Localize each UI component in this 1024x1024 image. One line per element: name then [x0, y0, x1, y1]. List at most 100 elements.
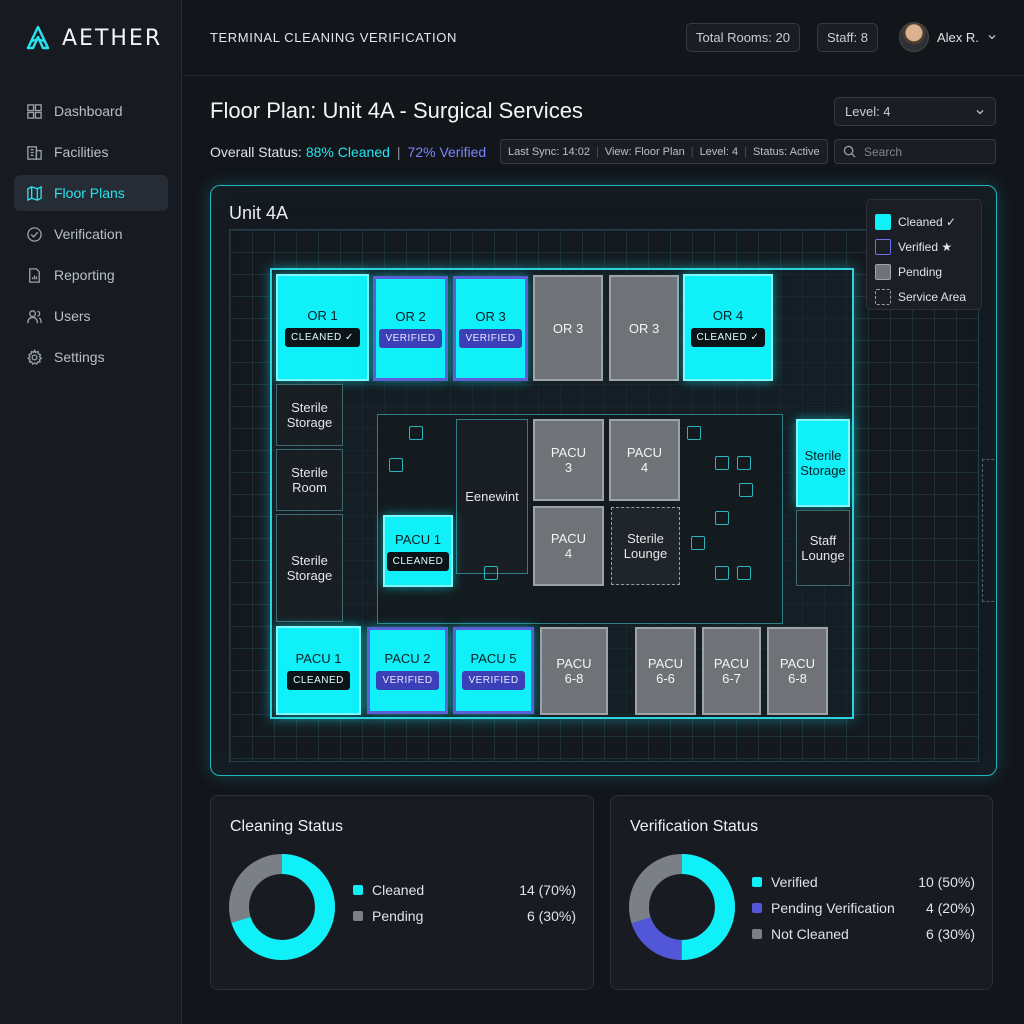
- legend-swatch: [875, 263, 891, 280]
- level-select[interactable]: Level: 4: [834, 97, 996, 126]
- room-label: Sterile Storage: [800, 448, 846, 478]
- room-pacu-4-b[interactable]: PACU 4: [533, 506, 604, 586]
- status-badge: VERIFIED: [459, 329, 522, 348]
- sidebar-item-floor-plans[interactable]: Floor Plans: [14, 175, 168, 211]
- room-label: PACU 6-8: [556, 656, 592, 686]
- room-or-4[interactable]: OR 4 CLEANED ✓: [683, 274, 773, 381]
- room-sterile-room[interactable]: Sterile Room: [276, 449, 343, 511]
- plan-legend: Cleaned ✓ Verified ★ Pending Service Are…: [866, 199, 982, 310]
- service-corridor: [982, 459, 996, 602]
- legend-label: Pending: [372, 908, 424, 924]
- legend-swatch: [875, 238, 891, 255]
- sink-icon: [737, 566, 751, 580]
- room-or-2[interactable]: OR 2 VERIFIED: [373, 276, 448, 381]
- legend-cleaned: Cleaned ✓: [875, 209, 973, 234]
- room-label: PACU 6-6: [647, 656, 684, 686]
- last-sync: Last Sync: 14:02: [508, 145, 590, 158]
- legend-swatch: [353, 885, 363, 895]
- legend-label: Cleaned ✓: [898, 214, 957, 229]
- legend-cleaned: Cleaned: [353, 882, 424, 898]
- dashboard-icon: [27, 103, 42, 119]
- status-badge: VERIFIED: [462, 671, 525, 690]
- legend-value: 6 (30%): [526, 908, 576, 924]
- status-label: Overall Status:: [210, 144, 302, 160]
- room-pacu-1[interactable]: PACU 1 CLEANED: [276, 626, 361, 715]
- brand[interactable]: AETHER: [24, 24, 162, 52]
- room-or-3-verified[interactable]: OR 3 VERIFIED: [453, 276, 528, 381]
- sink-icon: [737, 456, 751, 470]
- sidebar-item-label: Verification: [54, 226, 123, 242]
- chevron-down-icon: [976, 109, 984, 114]
- legend-swatch: [752, 929, 762, 939]
- sidebar-item-facilities[interactable]: Facilities: [14, 134, 168, 170]
- sidebar-nav: Dashboard Facilities Floor Plans Verific…: [14, 93, 168, 380]
- legend-label: Verified: [771, 874, 818, 890]
- room-pacu-6-6[interactable]: PACU 6-6: [635, 627, 696, 715]
- aether-logo-icon: [26, 25, 50, 50]
- view-mode: View: Floor Plan: [604, 145, 685, 158]
- room-pacu-6-7[interactable]: PACU 6-7: [702, 627, 761, 715]
- room-sterile-storage-right[interactable]: Sterile Storage: [796, 419, 850, 507]
- sidebar-item-dashboard[interactable]: Dashboard: [14, 93, 168, 129]
- room-sterile-storage-1[interactable]: Sterile Storage: [276, 384, 343, 446]
- room-staff-lounge[interactable]: Staff Lounge: [796, 510, 850, 586]
- report-icon: [29, 267, 40, 283]
- room-label: PACU 5: [470, 651, 517, 666]
- room-or-3-pending-b[interactable]: OR 3: [609, 275, 679, 381]
- search-input[interactable]: [864, 144, 984, 159]
- users-icon: [27, 309, 42, 323]
- room-pacu-4[interactable]: PACU 4: [609, 419, 680, 501]
- sidebar-item-label: Floor Plans: [54, 185, 125, 201]
- total-rooms-badge: Total Rooms: 20: [686, 23, 800, 52]
- room-label: PACU 3: [550, 445, 587, 475]
- status-badge: VERIFIED: [379, 329, 442, 348]
- room-label: OR 3: [475, 309, 506, 324]
- room-pacu-5[interactable]: PACU 5 VERIFIED: [453, 627, 534, 714]
- shower-icon: [691, 536, 705, 550]
- room-label: Eenewint: [465, 489, 519, 504]
- user-menu[interactable]: Alex R.: [899, 22, 997, 52]
- status-badge: CLEANED ✓: [285, 328, 360, 347]
- user-name: Alex R.: [937, 29, 979, 45]
- room-pacu-1-core[interactable]: PACU 1 CLEANED: [383, 515, 453, 587]
- room-eenewint[interactable]: Eenewint: [456, 419, 528, 574]
- legend-value: 14 (70%): [519, 882, 576, 898]
- sidebar-item-settings[interactable]: Settings: [14, 339, 168, 375]
- toilet-icon: [409, 426, 423, 440]
- app-title: TERMINAL CLEANING VERIFICATION: [210, 30, 457, 45]
- room-label: Sterile Room: [291, 465, 328, 495]
- legend-label: Verified ★: [898, 239, 953, 254]
- status-badge: VERIFIED: [376, 671, 439, 690]
- search-box[interactable]: [834, 139, 996, 164]
- room-sterile-lounge[interactable]: Sterile Lounge: [611, 507, 680, 585]
- card-title: Verification Status: [630, 818, 759, 835]
- sidebar-item-label: Reporting: [54, 267, 115, 283]
- legend-pending: Pending: [875, 259, 973, 284]
- room-pacu-6-8-b[interactable]: PACU 6-8: [767, 627, 828, 715]
- building-icon: [27, 145, 42, 160]
- legend-value: 4 (20%): [925, 900, 975, 916]
- status-divider: |: [396, 144, 401, 160]
- room-pacu-3[interactable]: PACU 3: [533, 419, 604, 501]
- chevron-down-icon: [988, 35, 996, 40]
- room-label: Staff Lounge: [801, 533, 845, 563]
- sidebar-item-users[interactable]: Users: [14, 298, 168, 334]
- sink-icon: [389, 458, 403, 472]
- room-pacu-2[interactable]: PACU 2 VERIFIED: [367, 627, 448, 714]
- legend-swatch: [875, 288, 891, 305]
- plan-title: Unit 4A: [229, 203, 289, 223]
- room-or-1[interactable]: OR 1 CLEANED ✓: [276, 274, 369, 381]
- room-or-3-pending[interactable]: OR 3: [533, 275, 603, 381]
- sidebar-item-reporting[interactable]: Reporting: [14, 257, 168, 293]
- card-title: Cleaning Status: [230, 818, 343, 835]
- room-label: PACU 6-8: [779, 656, 816, 686]
- toilet-icon: [715, 566, 729, 580]
- status-badge: CLEANED: [287, 671, 350, 690]
- room-pacu-6-8[interactable]: PACU 6-8: [540, 627, 608, 715]
- room-sterile-storage-2[interactable]: Sterile Storage: [276, 514, 343, 622]
- room-label: PACU 4: [550, 531, 587, 561]
- sidebar-item-verification[interactable]: Verification: [14, 216, 168, 252]
- room-label: Sterile Storage: [286, 400, 333, 430]
- status-verified: 72% Verified: [407, 144, 487, 160]
- legend-pending-verification: Pending Verification: [752, 900, 895, 916]
